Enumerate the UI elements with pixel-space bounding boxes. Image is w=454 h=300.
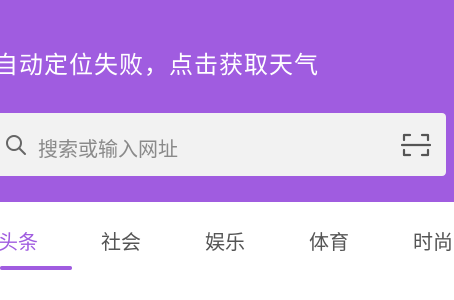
news-tabs: 头条 社会 娱乐 体育 时尚 [0,202,454,300]
active-tab-indicator [0,266,72,270]
search-icon [6,135,26,155]
tab-headlines[interactable]: 头条 [0,226,38,255]
search-bar[interactable]: 搜索或输入网址 [0,113,446,176]
header-panel: 自动定位失败，点击获取天气 搜索或输入网址 [0,0,454,202]
weather-location-prompt[interactable]: 自动定位失败，点击获取天气 [0,45,319,80]
scan-icon[interactable] [401,131,431,159]
search-placeholder: 搜索或输入网址 [38,137,178,161]
tab-entertainment[interactable]: 娱乐 [205,226,245,255]
tab-sports[interactable]: 体育 [309,226,349,255]
app-root: 自动定位失败，点击获取天气 搜索或输入网址 头条 社会 娱乐 体育 时尚 [0,0,454,300]
tab-society[interactable]: 社会 [101,226,141,255]
tab-fashion[interactable]: 时尚 [413,226,453,255]
